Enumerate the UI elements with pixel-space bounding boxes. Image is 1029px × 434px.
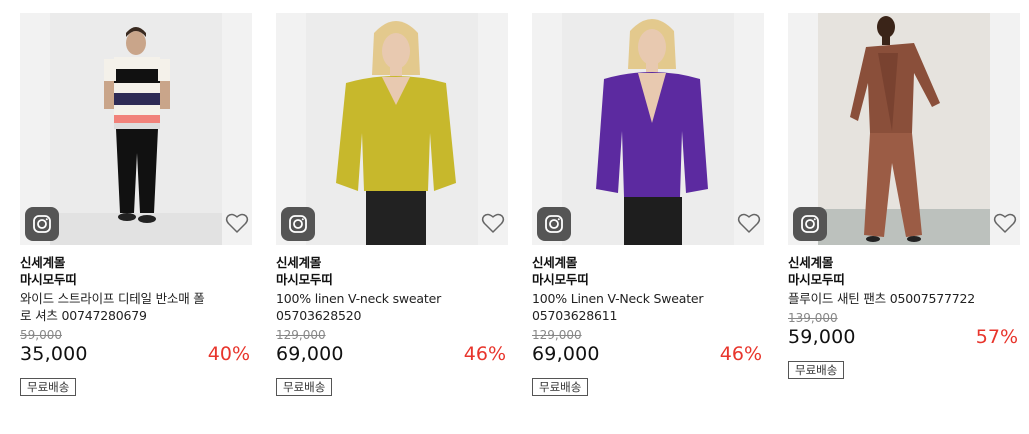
free-shipping-badge: 무료배송 — [20, 378, 77, 396]
discount-rate: 46% — [463, 343, 506, 365]
product-card[interactable]: 신세계몰 마시모두띠 100% linen V-neck sweater 057… — [276, 13, 508, 396]
instagram-icon[interactable] — [537, 207, 571, 241]
store-name: 신세계몰 — [276, 255, 322, 270]
free-shipping-badge: 무료배송 — [276, 378, 333, 396]
product-name-line2: 05703628520 — [276, 308, 362, 323]
discount-rate: 40% — [207, 343, 250, 365]
original-price: 139,000 — [788, 311, 838, 325]
original-price: 129,000 — [276, 328, 326, 342]
brand-name: 마시모두띠 — [532, 272, 589, 287]
product-image[interactable] — [532, 13, 764, 245]
sale-price: 69,000 — [276, 343, 344, 365]
product-name-line2: 로 셔츠 00747280679 — [20, 308, 147, 323]
store-name: 신세계몰 — [20, 255, 66, 270]
product-card[interactable]: 신세계몰 마시모두띠 플루이드 새틴 팬츠 05007577722 139,00… — [788, 13, 1020, 379]
product-name-line1: 와이드 스트라이프 디테일 반소매 폴 — [20, 291, 205, 306]
discount-rate: 57% — [975, 326, 1018, 348]
heart-icon[interactable] — [224, 210, 250, 236]
instagram-icon[interactable] — [25, 207, 59, 241]
product-card[interactable]: 신세계몰 마시모두띠 100% Linen V-Neck Sweater 057… — [532, 13, 764, 396]
product-name[interactable]: 와이드 스트라이프 디테일 반소매 폴 로 셔츠 00747280679 — [20, 290, 252, 324]
product-photo-purple-sweater — [562, 13, 734, 245]
product-name[interactable]: 100% linen V-neck sweater 05703628520 — [276, 290, 508, 324]
original-price: 59,000 — [20, 328, 62, 342]
brand-name: 마시모두띠 — [276, 272, 333, 287]
product-name-line2: 05703628611 — [532, 308, 618, 323]
product-name-line1: 100% linen V-neck sweater — [276, 291, 442, 306]
product-image[interactable] — [788, 13, 1020, 245]
product-grid: 신세계몰 마시모두띠 와이드 스트라이프 디테일 반소매 폴 로 셔츠 0074… — [20, 13, 1020, 423]
product-photo-yellow-sweater — [306, 13, 478, 245]
product-photo-satin-pants — [818, 13, 990, 245]
product-name-line1: 100% Linen V-Neck Sweater — [532, 291, 704, 306]
product-photo-striped-polo — [50, 13, 222, 245]
product-image[interactable] — [20, 13, 252, 245]
sale-price: 59,000 — [788, 326, 856, 348]
product-name-line1: 플루이드 새틴 팬츠 05007577722 — [788, 291, 976, 306]
brand-name: 마시모두띠 — [788, 272, 845, 287]
store-name: 신세계몰 — [788, 255, 834, 270]
instagram-icon[interactable] — [281, 207, 315, 241]
sale-price: 35,000 — [20, 343, 88, 365]
original-price: 129,000 — [532, 328, 582, 342]
product-name[interactable]: 100% Linen V-Neck Sweater 05703628611 — [532, 290, 764, 324]
instagram-icon[interactable] — [793, 207, 827, 241]
product-name[interactable]: 플루이드 새틴 팬츠 05007577722 — [788, 290, 1020, 307]
free-shipping-badge: 무료배송 — [532, 378, 589, 396]
heart-icon[interactable] — [992, 210, 1018, 236]
free-shipping-badge: 무료배송 — [788, 361, 845, 379]
product-card[interactable]: 신세계몰 마시모두띠 와이드 스트라이프 디테일 반소매 폴 로 셔츠 0074… — [20, 13, 252, 396]
brand-name: 마시모두띠 — [20, 272, 77, 287]
sale-price: 69,000 — [532, 343, 600, 365]
heart-icon[interactable] — [736, 210, 762, 236]
store-name: 신세계몰 — [532, 255, 578, 270]
product-image[interactable] — [276, 13, 508, 245]
discount-rate: 46% — [719, 343, 762, 365]
heart-icon[interactable] — [480, 210, 506, 236]
